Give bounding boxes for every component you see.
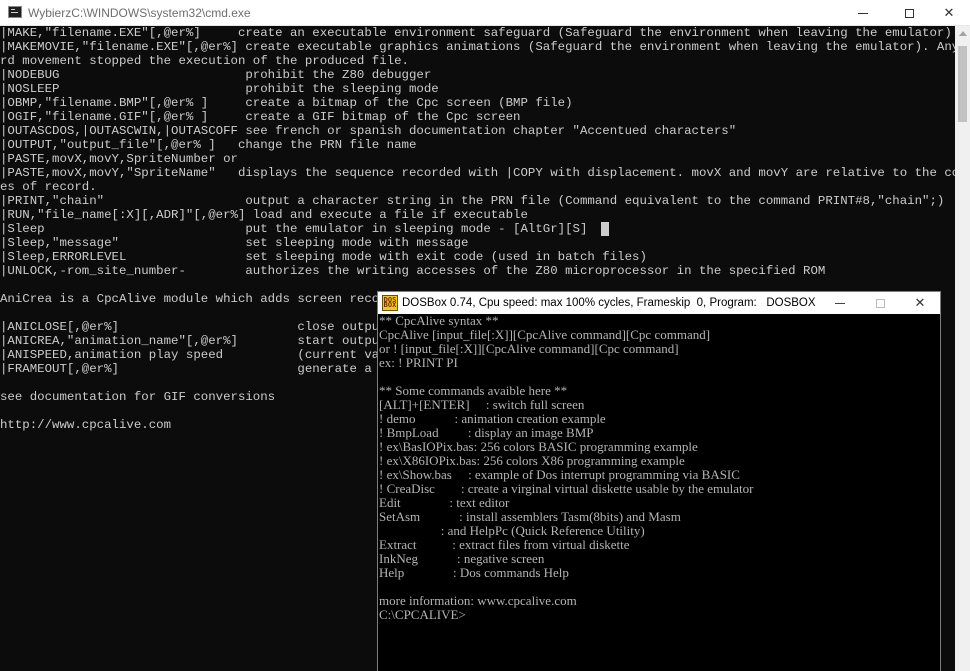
- cmd-output-line: |NODEBUG prohibit the Z80 debugger: [0, 68, 432, 82]
- dosbox-maximize-button[interactable]: [860, 292, 900, 314]
- dosbox-logo-icon: DOS BOX: [382, 295, 398, 311]
- cmd-scrollbar[interactable]: [955, 26, 970, 671]
- dosbox-output-line: C:\CPCALIVE>: [379, 607, 466, 622]
- cmd-output-line: |Sleep put the emulator in sleeping mode…: [0, 222, 588, 236]
- console-icon: [8, 6, 22, 18]
- cmd-output-line: |PRINT,"chain" output a character string…: [0, 194, 945, 208]
- dosbox-output-line: [ALT]+[ENTER] : switch full screen: [379, 397, 585, 412]
- cmd-output-line: |UNLOCK,-rom_site_number- authorizes the…: [0, 264, 826, 278]
- maximize-icon: [875, 298, 885, 308]
- maximize-icon: [904, 8, 914, 18]
- dosbox-window: DOS BOX DOSBox 0.74, Cpu speed: max 100%…: [378, 292, 940, 671]
- cmd-output-line: [0, 278, 955, 292]
- dosbox-output-line: ! CreaDisc : create a virginal virtual d…: [379, 481, 754, 496]
- text-cursor: [601, 222, 609, 236]
- cmd-output-line: es of record.: [0, 180, 97, 194]
- dosbox-output-line: ** CpcAlive syntax **: [379, 314, 499, 328]
- dosbox-console-output[interactable]: ** CpcAlive syntax ** CpcAlive [input_fil…: [378, 314, 940, 671]
- cmd-output-line: |OBMP,"filename.BMP"[,@er% ] create a bi…: [0, 96, 573, 110]
- dosbox-output-line: Help : Dos commands Help: [379, 565, 569, 580]
- dosbox-output-line: or ! [input_file[:X]][CpcAlive command][…: [379, 341, 679, 356]
- dosbox-output-line: InkNeg : negative screen: [379, 551, 545, 566]
- close-button[interactable]: ✕: [926, 0, 970, 26]
- cmd-titlebar[interactable]: WybierzC:\WINDOWS\system32\cmd.exe ✕: [0, 0, 970, 26]
- dosbox-output-line: [378, 580, 940, 594]
- dosbox-output-line: Extract : extract files from virtual dis…: [379, 537, 630, 552]
- scroll-up-arrow-icon[interactable]: [959, 31, 967, 36]
- cmd-output-line: |MAKE,"filename.EXE"[,@er%] create an ex…: [0, 26, 952, 40]
- cmd-output-line: |OGIF,"filename.GIF"[,@er% ] create a GI…: [0, 110, 521, 124]
- dosbox-output-line: [378, 370, 940, 384]
- scroll-thumb[interactable]: [958, 46, 967, 122]
- cmd-output-line: rd movement stopped the execution of the…: [0, 54, 409, 68]
- cmd-output-line: |Sleep,"message" set sleeping mode with …: [0, 236, 469, 250]
- cmd-output-line: |PASTE,movX,movY,"SpriteName" displays t…: [0, 166, 955, 180]
- minimize-icon: [835, 302, 845, 304]
- cmd-output-line: |OUTPUT,"output_file"[,@er% ] change the…: [0, 138, 417, 152]
- dosbox-output-line: ex: ! PRINT PI: [379, 355, 458, 370]
- cmd-window-title: WybierzC:\WINDOWS\system32\cmd.exe: [28, 6, 251, 20]
- cmd-output-line: |MAKEMOVIE,"filename.EXE"[,@er%] create …: [0, 40, 955, 54]
- cmd-output-line: |PASTE,movX,movY,SpriteNumber or: [0, 152, 238, 166]
- cmd-output-line: |RUN,"file_name[:X][,ADR]"[,@er%] load a…: [0, 208, 528, 222]
- cmd-output-line: |NOSLEEP prohibit the sleeping mode: [0, 82, 439, 96]
- cmd-output-line: |Sleep,ERRORLEVEL set sleeping mode with…: [0, 250, 647, 264]
- dosbox-output-line: ** Some commands avaible here **: [379, 383, 568, 398]
- close-icon: ✕: [914, 295, 926, 311]
- dosbox-window-title: DOSBox 0.74, Cpu speed: max 100% cycles,…: [402, 297, 816, 309]
- dosbox-output-line: : and HelpPc (Quick Reference Utility): [379, 523, 645, 538]
- dosbox-close-button[interactable]: ✕: [900, 292, 940, 314]
- dosbox-output-line: more information: www.cpcalive.com: [379, 593, 577, 608]
- minimize-icon: [858, 12, 868, 14]
- dosbox-output-line: ! ex\X86IOPix.bas: 256 colors X86 progra…: [379, 453, 685, 468]
- dosbox-output-line: CpcAlive [input_file[:X]][CpcAlive comma…: [379, 327, 711, 342]
- dosbox-output-line: SetAsm : install assemblers Tasm(8bits) …: [379, 509, 681, 524]
- cmd-output-line: |OUTASCDOS,|OUTASCWIN,|OUTASCOFF see fre…: [0, 124, 737, 138]
- dosbox-logo-text: DOS BOX: [383, 296, 397, 309]
- close-icon: ✕: [943, 5, 955, 21]
- dosbox-output-line: ! BmpLoad : display an image BMP: [379, 425, 594, 440]
- dosbox-titlebar[interactable]: DOS BOX DOSBox 0.74, Cpu speed: max 100%…: [378, 292, 940, 314]
- dosbox-output-line: ! ex\BasIOPix.bas: 256 colors BASIC prog…: [379, 439, 698, 454]
- dosbox-output-line: ! ex\Show.bas : example of Dos interrupt…: [379, 467, 740, 482]
- minimize-button[interactable]: [840, 0, 886, 26]
- dosbox-minimize-button[interactable]: [820, 292, 860, 314]
- dosbox-output-line: Edit : text editor: [379, 495, 510, 510]
- dosbox-output-line: ! demo : animation creation example: [379, 411, 606, 426]
